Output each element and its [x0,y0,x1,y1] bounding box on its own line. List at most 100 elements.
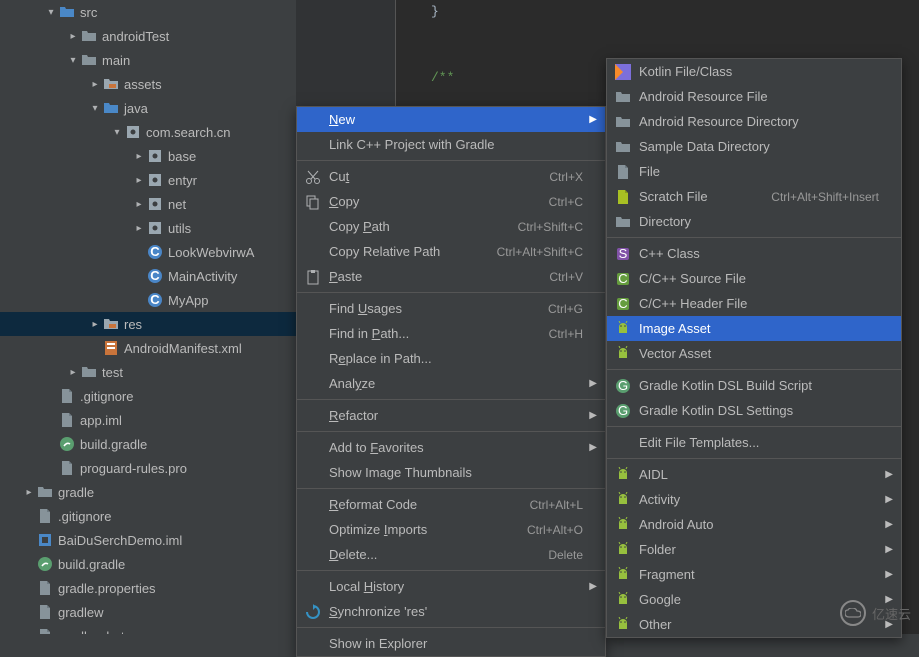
tree-item-test[interactable]: ▸test [0,360,296,384]
tree-item-gradle-properties[interactable]: gradle.properties [0,576,296,600]
menu-item-find-usages[interactable]: Find UsagesCtrl+G [297,296,605,321]
menu-item-activity[interactable]: Activity▶ [607,487,901,512]
menu-item-refactor[interactable]: Refactor▶ [297,403,605,428]
menu-item-directory[interactable]: Directory [607,209,901,234]
svg-text:C: C [150,292,160,307]
tree-label: gradlew.bat [58,629,125,635]
folder-res-icon [102,315,120,333]
menu-item-synchronize-res-[interactable]: Synchronize 'res' [297,599,605,624]
tree-item--gitignore[interactable]: .gitignore [0,384,296,408]
blank-icon [303,497,323,513]
expand-icon[interactable]: ▾ [44,7,58,18]
tree-item-utils[interactable]: ▸utils [0,216,296,240]
menu-item-paste[interactable]: PasteCtrl+V [297,264,605,289]
expand-icon[interactable]: ▸ [88,79,102,90]
menu-item-copy-path[interactable]: Copy PathCtrl+Shift+C [297,214,605,239]
menu-item-c-class[interactable]: SC++ Class [607,241,901,266]
tree-item-com-search-cn[interactable]: ▾com.search.cn [0,120,296,144]
expand-icon[interactable]: ▾ [88,103,102,114]
tree-item-src[interactable]: ▾src [0,0,296,24]
project-tree[interactable]: ▾src▸androidTest▾main▸assets▾java▾com.se… [0,0,296,634]
menu-item-android-resource-file[interactable]: Android Resource File [607,84,901,109]
menu-label: Optimize Imports [329,522,527,537]
tree-item-base[interactable]: ▸base [0,144,296,168]
tree-item-entyr[interactable]: ▸entyr [0,168,296,192]
menu-item-delete-[interactable]: Delete...Delete [297,542,605,567]
menu-item-cut[interactable]: CutCtrl+X [297,164,605,189]
folder-blue-icon [58,3,76,21]
menu-item-copy[interactable]: CopyCtrl+C [297,189,605,214]
expand-icon[interactable]: ▾ [110,127,124,138]
menu-item-show-image-thumbnails[interactable]: Show Image Thumbnails [297,460,605,485]
menu-item-gradle-kotlin-dsl-settings[interactable]: GGradle Kotlin DSL Settings [607,398,901,423]
tree-item-androidmanifest-xml[interactable]: AndroidManifest.xml [0,336,296,360]
menu-item-android-resource-directory[interactable]: Android Resource Directory [607,109,901,134]
menu-item-edit-file-templates-[interactable]: Edit File Templates... [607,430,901,455]
menu-item-sample-data-directory[interactable]: Sample Data Directory [607,134,901,159]
tree-item-myapp[interactable]: CMyApp [0,288,296,312]
tree-label: MainActivity [168,269,237,284]
tree-item-proguard-rules-pro[interactable]: proguard-rules.pro [0,456,296,480]
expand-icon[interactable]: ▸ [132,175,146,186]
menu-item-replace-in-path-[interactable]: Replace in Path... [297,346,605,371]
expand-icon[interactable]: ▸ [66,367,80,378]
menu-label: C/C++ Source File [639,271,879,286]
tree-item-gradle[interactable]: ▸gradle [0,480,296,504]
menu-item-kotlin-file-class[interactable]: Kotlin File/Class [607,59,901,84]
expand-icon[interactable]: ▸ [88,319,102,330]
tree-item-java[interactable]: ▾java [0,96,296,120]
menu-item-image-asset[interactable]: Image Asset [607,316,901,341]
menu-item-new[interactable]: New▶ [297,107,605,132]
expand-icon[interactable]: ▸ [132,199,146,210]
expand-icon[interactable]: ▾ [66,55,80,66]
menu-item-android-auto[interactable]: Android Auto▶ [607,512,901,537]
menu-item-find-in-path-[interactable]: Find in Path...Ctrl+H [297,321,605,346]
menu-item-scratch-file[interactable]: Scratch FileCtrl+Alt+Shift+Insert [607,184,901,209]
tree-item-net[interactable]: ▸net [0,192,296,216]
menu-item-add-to-favorites[interactable]: Add to Favorites▶ [297,435,605,460]
shortcut: Ctrl+Alt+Shift+Insert [771,190,879,204]
tree-item-main[interactable]: ▾main [0,48,296,72]
xml-icon [102,339,120,357]
context-menu[interactable]: New▶Link C++ Project with Gradle CutCtrl+… [296,106,606,657]
tree-item-build-gradle[interactable]: build.gradle [0,552,296,576]
menu-item-local-history[interactable]: Local History▶ [297,574,605,599]
tree-item-androidtest[interactable]: ▸androidTest [0,24,296,48]
tree-label: AndroidManifest.xml [124,341,242,356]
blank-icon [303,547,323,563]
menu-item-fragment[interactable]: Fragment▶ [607,562,901,587]
menu-item-reformat-code[interactable]: Reformat CodeCtrl+Alt+L [297,492,605,517]
new-submenu[interactable]: Kotlin File/ClassAndroid Resource FileAn… [606,58,902,638]
tree-item-assets[interactable]: ▸assets [0,72,296,96]
menu-item-c-c-source-file[interactable]: CC/C++ Source File [607,266,901,291]
tree-item-build-gradle[interactable]: build.gradle [0,432,296,456]
expand-icon[interactable]: ▸ [66,31,80,42]
menu-item-optimize-imports[interactable]: Optimize ImportsCtrl+Alt+O [297,517,605,542]
menu-item-c-c-header-file[interactable]: CC/C++ Header File [607,291,901,316]
tree-item-gradlew-bat[interactable]: gradlew.bat [0,624,296,634]
tree-item-lookwebvirwa[interactable]: CLookWebvirwA [0,240,296,264]
tree-item-app-iml[interactable]: app.iml [0,408,296,432]
menu-item-gradle-kotlin-dsl-build-script[interactable]: GGradle Kotlin DSL Build Script [607,373,901,398]
menu-item-analyze[interactable]: Analyze▶ [297,371,605,396]
tree-item-gradlew[interactable]: gradlew [0,600,296,624]
menu-item-folder[interactable]: Folder▶ [607,537,901,562]
menu-item-copy-relative-path[interactable]: Copy Relative PathCtrl+Alt+Shift+C [297,239,605,264]
expand-icon[interactable]: ▸ [22,487,36,498]
blank-icon [303,351,323,367]
menu-item-vector-asset[interactable]: Vector Asset [607,341,901,366]
tree-item--gitignore[interactable]: .gitignore [0,504,296,528]
android-icon [613,567,633,583]
expand-icon[interactable]: ▸ [132,151,146,162]
blank-icon [303,579,323,595]
menu-item-aidl[interactable]: AIDL▶ [607,462,901,487]
tree-item-baiduserchdemo-iml[interactable]: BaiDuSerchDemo.iml [0,528,296,552]
menu-separator [297,488,605,489]
menu-item-link-c-project-with-gradle[interactable]: Link C++ Project with Gradle [297,132,605,157]
tree-item-mainactivity[interactable]: CMainActivity [0,264,296,288]
tree-item-res[interactable]: ▸res [0,312,296,336]
expand-icon[interactable]: ▸ [132,223,146,234]
shortcut: Ctrl+C [549,195,583,209]
menu-item-file[interactable]: File [607,159,901,184]
menu-item-show-in-explorer[interactable]: Show in Explorer [297,631,605,656]
